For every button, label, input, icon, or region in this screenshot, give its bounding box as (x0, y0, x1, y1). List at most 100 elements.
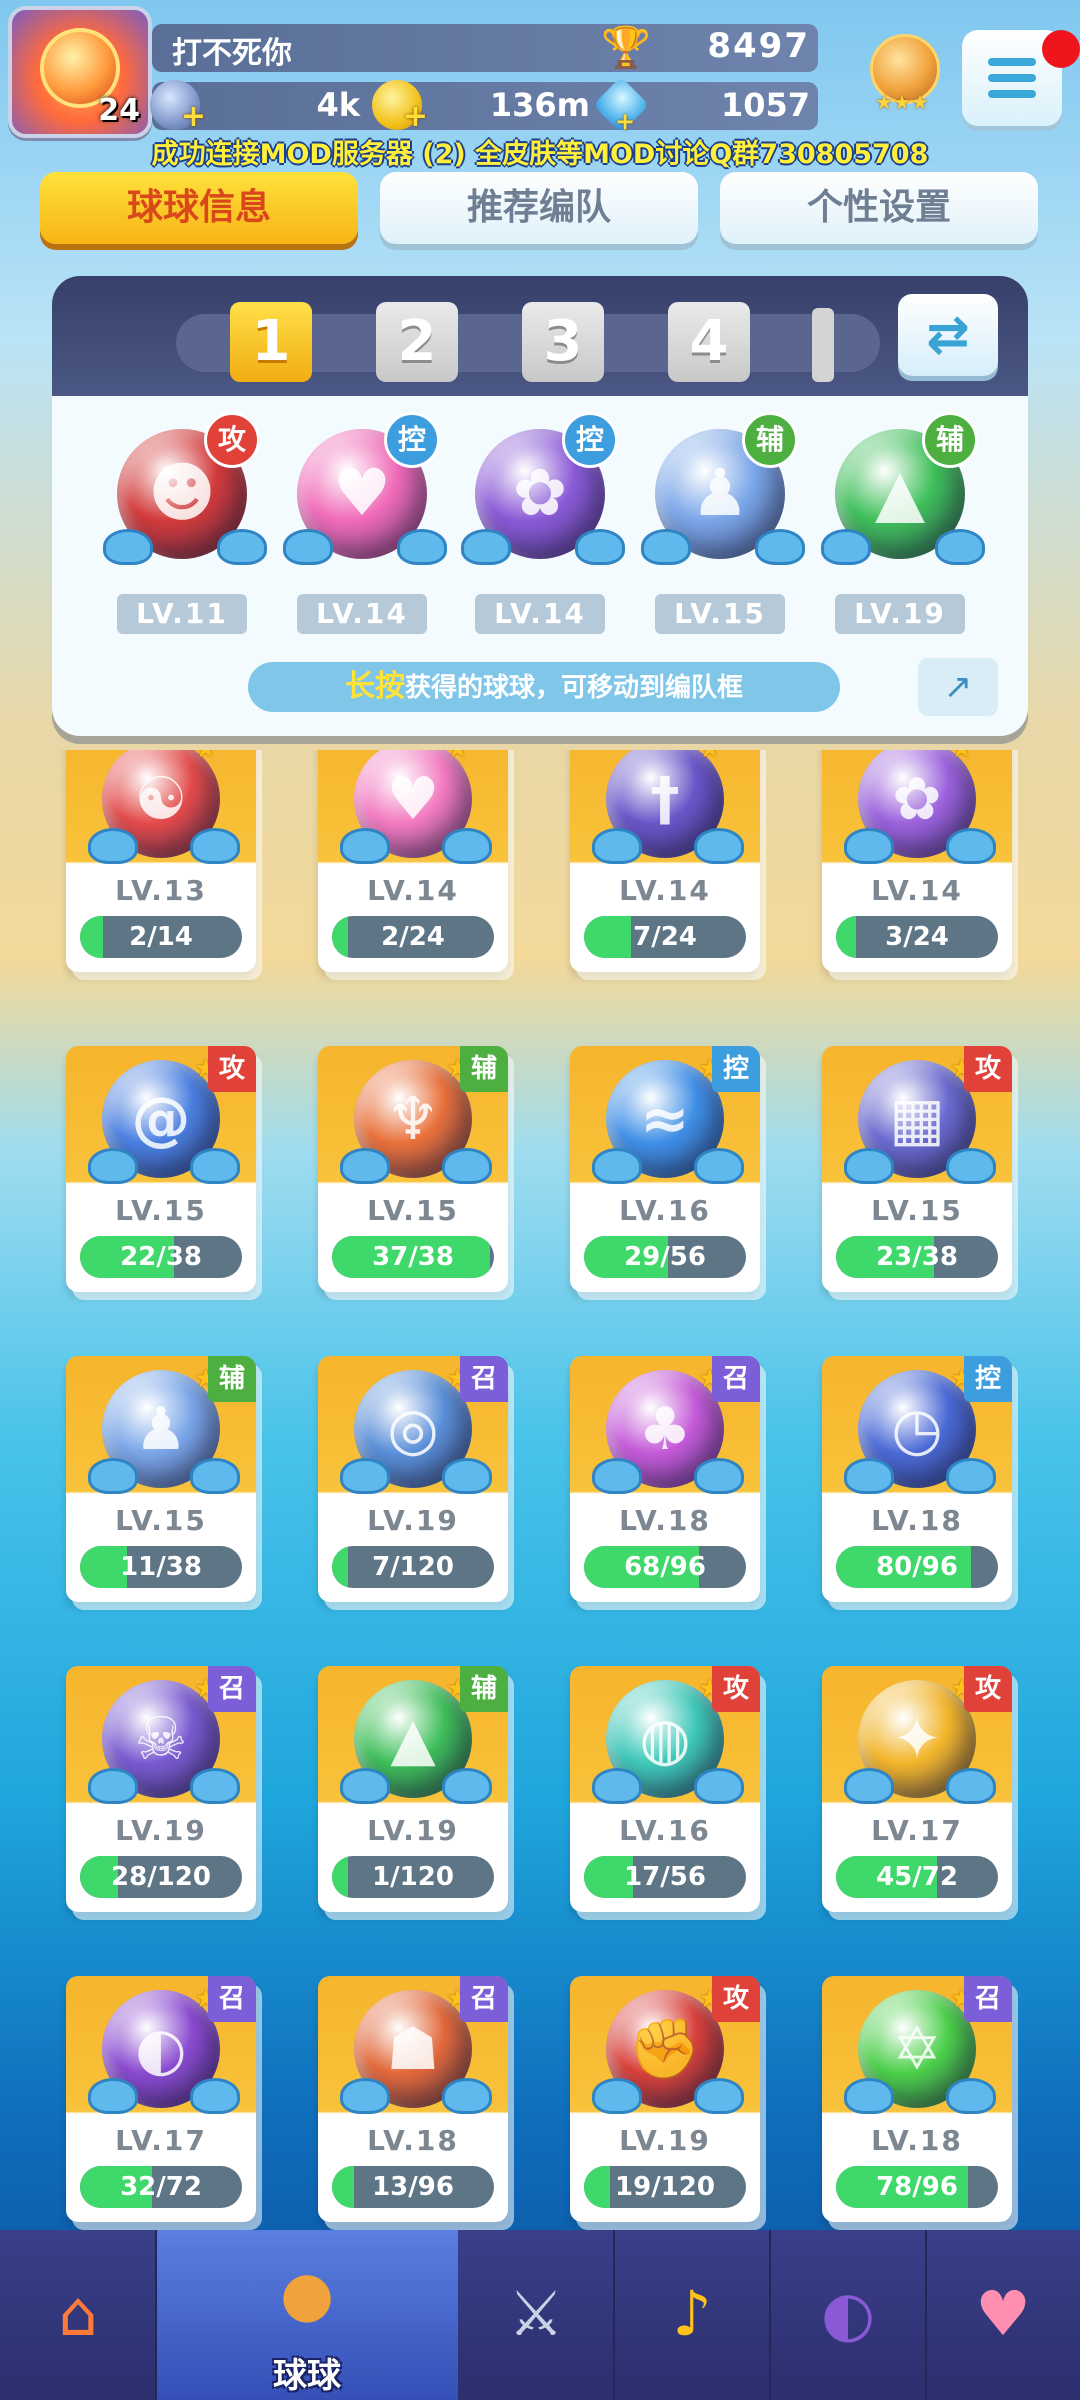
tab-personal-settings[interactable]: 个性设置 (720, 172, 1038, 244)
wing-right-icon (946, 1148, 996, 1184)
ball-card[interactable]: ◍ ★ 攻 LV.16 17/56 (570, 1666, 760, 1912)
wing-right-icon (935, 529, 985, 565)
ball-card[interactable]: ✡ ★ 召 LV.18 78/96 (822, 1976, 1012, 2222)
wing-left-icon (844, 1458, 894, 1494)
team-ball-1[interactable]: ☻★攻 (103, 412, 267, 565)
ball-card[interactable]: @ ★ 攻 LV.15 22/38 (66, 1046, 256, 1292)
ball-level: LV.13 (115, 874, 207, 907)
ball-card[interactable]: †★LV.147/24 (570, 750, 760, 972)
star-icon: ★ (194, 750, 217, 764)
ball-card[interactable]: ◷ ★ 控 LV.18 80/96 (822, 1356, 1012, 1602)
ball-level: LV.14 (367, 874, 459, 907)
ball-progress-text: 2/14 (129, 922, 193, 952)
ball-level: LV.18 (619, 1504, 711, 1537)
ball-progress-text: 11/38 (120, 1552, 202, 1582)
coin-add-button[interactable]: + (150, 80, 206, 134)
wing-left-icon (641, 529, 691, 565)
hint-highlight: 长按 (344, 669, 405, 704)
swap-team-button[interactable]: ⇄ (898, 294, 998, 376)
team-slot-4[interactable]: 4 (668, 302, 750, 382)
nav-shop[interactable]: ⌂ (0, 2230, 156, 2400)
ball-progress-bar: 32/72 (80, 2166, 242, 2208)
wing-right-icon (190, 828, 240, 864)
ball-progress-text: 23/38 (876, 1242, 958, 1272)
wing-right-icon (694, 828, 744, 864)
ball-card[interactable]: ◐ ★ 召 LV.17 32/72 (66, 1976, 256, 2222)
stamina-add-button[interactable]: + (372, 80, 428, 134)
wing-right-icon (694, 1458, 744, 1494)
wing-right-icon (442, 1458, 492, 1494)
share-button[interactable]: ↗ (918, 658, 998, 716)
ball-level: LV.14 (871, 874, 963, 907)
team-ball-level: LV.14 (475, 594, 605, 634)
ball-card[interactable]: ☠ ★ 召 LV.19 28/120 (66, 1666, 256, 1912)
wing-right-icon (946, 1458, 996, 1494)
wing-right-icon (442, 828, 492, 864)
ball-card[interactable]: ✦ ★ 攻 LV.17 45/72 (822, 1666, 1012, 1912)
wing-right-icon (442, 1768, 492, 1804)
wing-left-icon (340, 828, 390, 864)
team-slot-3[interactable]: 3 (522, 302, 604, 382)
ball-type-badge: 辅 (460, 1666, 508, 1712)
ball-progress-bar: 7/120 (332, 1546, 494, 1588)
team-slot-1[interactable]: 1 (230, 302, 312, 382)
team-ball-2[interactable]: ♥★控 (283, 412, 447, 565)
trophy-count: 8497 (707, 26, 810, 66)
team-hint: 长按获得的球球，可移动到编队框 (248, 662, 840, 712)
ball-icon: ● (279, 2257, 335, 2330)
ball-progress-bar: 23/38 (836, 1236, 998, 1278)
ball-card[interactable]: ♥★LV.142/24 (318, 750, 508, 972)
ball-type-badge: 召 (208, 1666, 256, 1712)
team-ball-3[interactable]: ✿★控 (461, 412, 625, 565)
ball-card[interactable]: ✊ ★ 攻 LV.19 19/120 (570, 1976, 760, 2222)
ball-type-badge: 攻 (204, 412, 260, 468)
ball-progress-text: 68/96 (624, 1552, 706, 1582)
ball-level: LV.17 (871, 1814, 963, 1847)
ball-level: LV.15 (367, 1194, 459, 1227)
ball-card[interactable]: ☗ ★ 召 LV.18 13/96 (318, 1976, 508, 2222)
ball-card[interactable]: ♆ ★ 辅 LV.15 37/38 (318, 1046, 508, 1292)
nav-label: 球球 (273, 2356, 341, 2396)
tab-recommended-team[interactable]: 推荐编队 (380, 172, 698, 244)
chat-heart-icon: ♥ (975, 2277, 1031, 2350)
nav-planet[interactable]: ◐ (770, 2230, 926, 2400)
ball-card[interactable]: ◎ ★ 召 LV.19 7/120 (318, 1356, 508, 1602)
rank-badge[interactable]: ★★★ (864, 28, 940, 114)
ball-collection-grid: ☯★LV.132/14♥★LV.142/24†★LV.147/24✿★LV.14… (0, 750, 1080, 2230)
ball-card[interactable]: ♟ ★ 辅 LV.15 11/38 (66, 1356, 256, 1602)
team-ball-4[interactable]: ♟★辅 (641, 412, 805, 565)
wing-right-icon (442, 1148, 492, 1184)
ball-card[interactable]: ♣ ★ 召 LV.18 68/96 (570, 1356, 760, 1602)
team-slot-5-partial[interactable] (812, 308, 834, 382)
ball-card[interactable]: ▲ ★ 辅 LV.19 1/120 (318, 1666, 508, 1912)
ball-card[interactable]: ☯★LV.132/14 (66, 750, 256, 972)
whistle-icon: ♪ (672, 2277, 712, 2350)
tab-ball-info[interactable]: 球球信息 (40, 172, 358, 244)
ball-progress-text: 19/120 (615, 2172, 715, 2202)
nav-divider (613, 2230, 615, 2400)
ball-progress-bar: 11/38 (80, 1546, 242, 1588)
ball-progress-text: 80/96 (876, 1552, 958, 1582)
team-ball-level: LV.15 (655, 594, 785, 634)
nav-ball[interactable]: ● 球球 (156, 2230, 458, 2400)
ball-progress-bar: 7/24 (584, 916, 746, 958)
wing-left-icon (844, 1768, 894, 1804)
team-slot-2[interactable]: 2 (376, 302, 458, 382)
player-avatar[interactable]: 24 (8, 6, 152, 138)
ball-progress-text: 37/38 (372, 1242, 454, 1272)
wing-left-icon (340, 1148, 390, 1184)
wing-right-icon (946, 1768, 996, 1804)
ball-card[interactable]: ≈ ★ 控 LV.16 29/56 (570, 1046, 760, 1292)
team-ball-5[interactable]: ▲★辅 (821, 412, 985, 565)
ball-level: LV.15 (115, 1504, 207, 1537)
ball-card[interactable]: ▦ ★ 攻 LV.15 23/38 (822, 1046, 1012, 1292)
ball-progress-text: 1/120 (372, 1862, 454, 1892)
nav-crossed-swords[interactable]: ⚔ (458, 2230, 614, 2400)
nav-chat-heart[interactable]: ♥ (926, 2230, 1080, 2400)
wing-left-icon (88, 1768, 138, 1804)
ball-card[interactable]: ✿★LV.143/24 (822, 750, 1012, 972)
stamina-value: 136m (489, 86, 590, 124)
ball-level: LV.17 (115, 2124, 207, 2157)
nav-whistle[interactable]: ♪ (614, 2230, 770, 2400)
ball-type-badge: 辅 (922, 412, 978, 468)
